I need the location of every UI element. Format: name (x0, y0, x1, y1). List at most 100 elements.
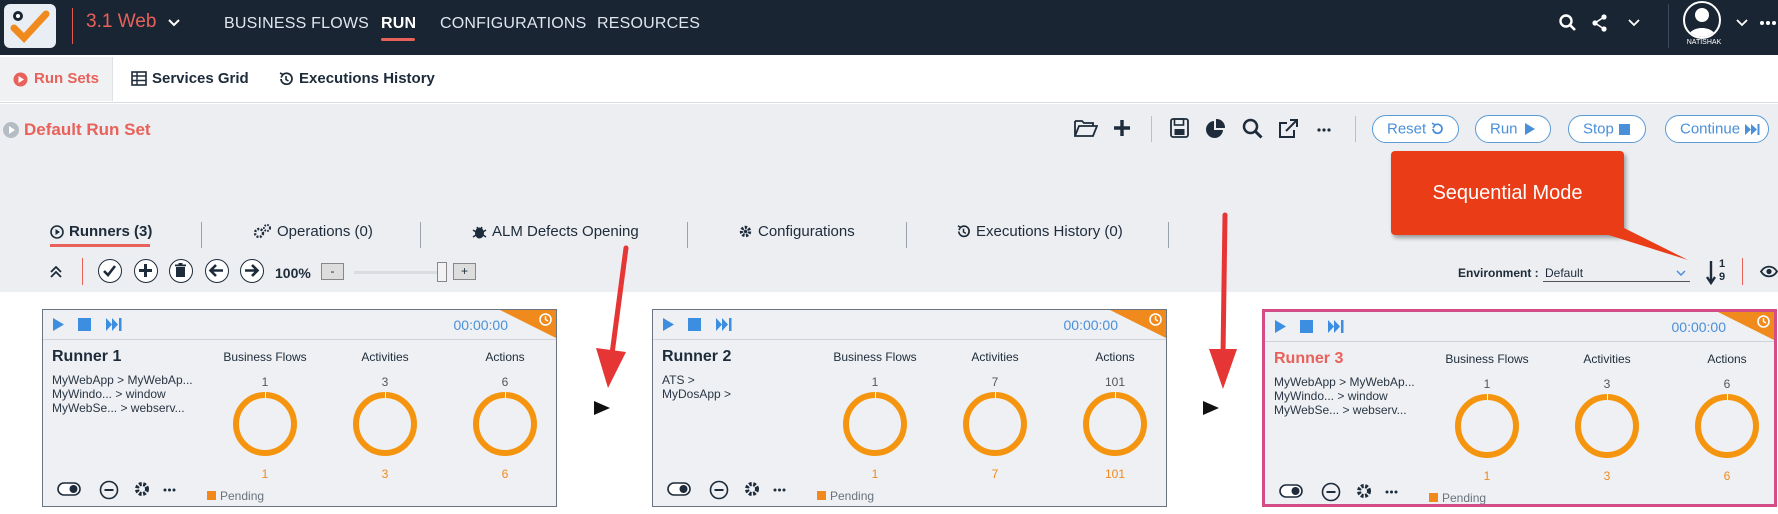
collapse-up-icon[interactable] (50, 266, 62, 278)
pending-status-swatch (817, 491, 826, 500)
external-link-icon[interactable] (1278, 118, 1299, 139)
runner-name[interactable]: Runner 3 (1274, 350, 1343, 368)
more-icon[interactable] (1385, 490, 1398, 494)
user-avatar[interactable] (1683, 1, 1721, 39)
check-button[interactable] (98, 259, 122, 283)
save-icon[interactable] (1170, 118, 1189, 138)
play-icon[interactable] (1273, 319, 1287, 334)
toolbar-separator (1151, 116, 1152, 142)
chevron-down-icon (1676, 270, 1686, 277)
actions-status-ring (1695, 394, 1759, 458)
fast-forward-icon[interactable] (715, 317, 733, 332)
subtab-run-sets[interactable]: Run Sets (34, 70, 99, 87)
zoom-slider-track[interactable] (354, 271, 446, 274)
reset-button[interactable]: Reset (1372, 115, 1460, 143)
tab-separator (201, 222, 202, 248)
version-label[interactable]: 3.1 Web (86, 11, 156, 33)
grid-icon (131, 71, 147, 86)
activities-pending-count: 3 (381, 467, 389, 481)
sequential-sort-toggle[interactable]: 1 9 (1706, 258, 1732, 286)
move-left-button[interactable] (205, 259, 229, 283)
zoom-slider-knob[interactable] (437, 262, 447, 282)
toggle-icon[interactable] (1279, 484, 1303, 498)
col-activities: Activities (971, 350, 1019, 364)
nav-run[interactable]: RUN (381, 15, 416, 33)
gear-icon[interactable] (1355, 482, 1373, 500)
play-icon[interactable] (661, 317, 675, 332)
col-actions: Actions (1095, 350, 1135, 364)
gear-icon[interactable] (743, 480, 761, 498)
bf-total: 1 (261, 375, 269, 389)
tab-alm-defects-opening[interactable]: ALM Defects Opening (492, 223, 639, 240)
open-folder-icon[interactable] (1074, 118, 1098, 138)
toggle-icon[interactable] (57, 482, 81, 496)
runner-card[interactable]: 00:00:00 Runner 2 ATS > MyDosApp > Busin… (652, 309, 1167, 507)
more-icon[interactable] (773, 488, 786, 492)
toggle-icon[interactable] (667, 482, 691, 496)
run-button[interactable]: Run (1475, 115, 1551, 143)
search-icon[interactable] (1242, 118, 1263, 139)
runner-card[interactable]: 00:00:00 Runner 1 MyWebApp > MyWebAp... … (42, 309, 557, 507)
eye-icon[interactable] (1760, 265, 1778, 278)
fast-forward-icon[interactable] (1327, 319, 1345, 334)
actions-status-ring (1083, 392, 1147, 456)
stop-icon[interactable] (1300, 320, 1313, 333)
delete-runner-button[interactable] (169, 259, 193, 283)
ginger-logo[interactable] (4, 4, 56, 48)
runner-card[interactable]: 00:00:00 Runner 3 MyWebApp > MyWebAp... … (1262, 309, 1777, 507)
environment-select[interactable]: Default (1543, 264, 1690, 282)
fast-forward-icon (1745, 123, 1760, 135)
activities-status-ring (353, 392, 417, 456)
subtab-services-grid[interactable]: Services Grid (152, 70, 249, 87)
col-actions: Actions (1707, 352, 1747, 366)
subtab-executions-history[interactable]: Executions History (299, 70, 435, 87)
runner-name[interactable]: Runner 1 (52, 348, 121, 366)
runner-target-line: MyWindo... > window (1274, 389, 1388, 403)
play-circle-icon (50, 225, 64, 239)
more-icon[interactable] (1317, 128, 1331, 132)
tab-separator (420, 222, 421, 248)
add-icon[interactable] (1112, 118, 1132, 138)
chevron-down-icon[interactable] (1628, 17, 1640, 29)
runset-status-icon (3, 122, 19, 138)
clock-icon (539, 313, 552, 326)
zoom-out-button[interactable]: - (321, 263, 344, 280)
add-runner-button[interactable] (134, 259, 158, 283)
environment-value: Default (1545, 266, 1584, 280)
fast-forward-icon[interactable] (105, 317, 123, 332)
tab-configurations[interactable]: Configurations (758, 223, 855, 240)
username-label: NATISHAK (1686, 39, 1722, 46)
stop-icon[interactable] (78, 318, 91, 331)
tab-executions-history[interactable]: Executions History (0) (976, 223, 1123, 240)
continue-button[interactable]: Continue (1665, 115, 1770, 143)
arrow-left-icon (208, 264, 223, 277)
bf-pending-count: 1 (871, 467, 879, 481)
nav-business-flows[interactable]: BUSINESS FLOWS (224, 15, 369, 33)
runner-name[interactable]: Runner 2 (662, 348, 731, 366)
share-icon[interactable] (1591, 14, 1609, 32)
minus-circle-icon[interactable] (709, 480, 729, 500)
stop-button[interactable]: Stop (1568, 115, 1647, 143)
runners-tab-underline (50, 244, 150, 247)
stop-icon[interactable] (688, 318, 701, 331)
chevron-down-icon[interactable] (1736, 17, 1748, 29)
flow-arrow-icon (594, 401, 610, 415)
runner-status: Pending (830, 489, 875, 503)
runner-target-line: MyWebApp > MyWebAp... (1274, 375, 1415, 389)
tab-operations[interactable]: Operations (0) (277, 223, 373, 240)
tab-runners[interactable]: Runners (3) (69, 223, 152, 240)
more-icon[interactable] (163, 488, 176, 492)
search-icon[interactable] (1559, 14, 1577, 32)
more-icon[interactable] (1760, 20, 1776, 26)
bf-pending-count: 1 (1483, 469, 1491, 483)
play-icon[interactable] (51, 317, 65, 332)
nav-configurations[interactable]: CONFIGURATIONS (440, 15, 587, 33)
gear-icon[interactable] (133, 480, 151, 498)
minus-circle-icon[interactable] (1321, 482, 1341, 502)
zoom-in-button[interactable]: + (453, 263, 476, 280)
move-right-button[interactable] (240, 259, 264, 283)
chevron-down-icon[interactable] (168, 16, 180, 28)
minus-circle-icon[interactable] (99, 480, 119, 500)
nav-resources[interactable]: RESOURCES (597, 15, 700, 33)
pie-chart-icon[interactable] (1204, 118, 1226, 140)
